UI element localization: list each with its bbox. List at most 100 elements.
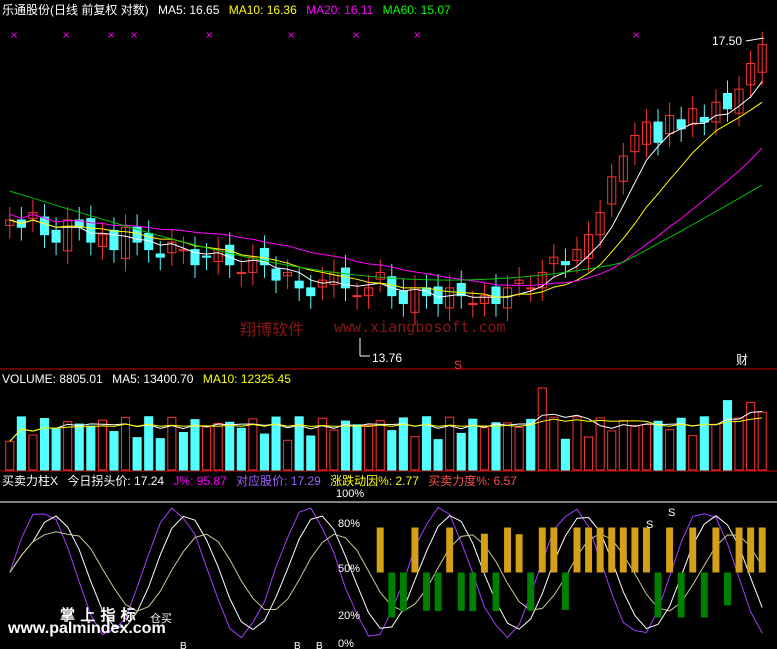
buy-force-bar (411, 527, 419, 573)
volume-bar (456, 432, 466, 471)
volume-bar (398, 417, 408, 471)
level-80: 80% (338, 518, 360, 530)
b-bottom-marker-2: B (294, 641, 301, 649)
buy-force-bar (550, 527, 558, 573)
buy-force-bar (631, 527, 639, 573)
sell-force-bar (388, 572, 396, 618)
volume-bar (86, 425, 96, 471)
volume-bar (236, 427, 246, 471)
volume-bar (306, 435, 316, 471)
buy-force-bar (608, 527, 616, 573)
volume-bar (178, 431, 188, 471)
volume-bar (202, 426, 212, 471)
buy-force-bar (538, 527, 546, 573)
volume-bar (607, 430, 617, 471)
candle-body (155, 253, 165, 258)
sell-force-bar (700, 572, 708, 618)
x-marker: × (107, 30, 115, 41)
candle-body (398, 290, 408, 305)
volume-series (5, 387, 767, 471)
candle-body (202, 255, 212, 258)
volume-bar (28, 434, 38, 471)
volume-bar (5, 440, 15, 471)
volume-bar (468, 418, 478, 471)
volume-bar (225, 421, 235, 471)
volume-bar (364, 424, 374, 471)
candle-body (352, 295, 362, 298)
volume-bar (722, 400, 733, 471)
candle-body (491, 286, 501, 305)
volume-bar (352, 424, 362, 471)
volume-bar (39, 418, 50, 471)
buy-force-bar (585, 527, 593, 573)
volume-bar (665, 429, 675, 471)
buy-force-bar (712, 527, 720, 573)
logo-url: www.palmindex.com (8, 620, 166, 637)
buy-force-bar (758, 527, 766, 573)
low-price-label: 13.76 (372, 351, 402, 365)
candle-body (468, 303, 478, 306)
volume-bar (410, 436, 420, 471)
ma5-line (9, 81, 763, 298)
volume-bar (688, 435, 698, 471)
s-top-marker-2: S (668, 507, 675, 519)
x-markers: × × × × × × × × × (10, 30, 640, 41)
candle-body (306, 287, 316, 297)
volume-bar (641, 424, 652, 471)
volume-bar (584, 436, 594, 471)
level-20: 20% (338, 610, 360, 622)
buy-force-bar (446, 527, 454, 573)
volume-bar (248, 418, 258, 471)
volume-bar (734, 417, 744, 471)
sell-force-bar (423, 572, 430, 611)
x-marker: × (632, 30, 640, 41)
volume-bar (537, 387, 547, 471)
sell-force-bar (654, 572, 662, 618)
volume-bar (502, 422, 513, 471)
buy-force-bar (619, 527, 627, 573)
sell-force-bar (677, 572, 685, 618)
buy-force-bar (480, 533, 488, 573)
ma10-line (9, 101, 763, 298)
volume-bar (190, 419, 200, 471)
moving-average-lines (9, 81, 763, 298)
volume-bar (757, 411, 767, 471)
candle-body (51, 229, 61, 243)
volume-bar (653, 420, 663, 471)
watermark-cn: 翔博软件 (240, 320, 305, 339)
volume-bar (51, 428, 61, 471)
candle-body (653, 121, 663, 143)
volume-bar (283, 439, 293, 471)
candle-body (259, 247, 270, 266)
volume-ma10-line (9, 417, 763, 442)
buy-force-bar (747, 527, 755, 573)
x-marker: × (205, 30, 213, 41)
volume-bar (375, 420, 385, 471)
high-price-pointer (745, 37, 765, 42)
cai-marker[interactable]: 财 (736, 353, 748, 367)
volume-bar (491, 422, 501, 471)
volume-bar (340, 420, 351, 471)
s-marker: S (454, 358, 462, 372)
candle-body (722, 92, 733, 110)
candle-body (294, 280, 304, 289)
sell-force-bar (561, 572, 569, 610)
volume-bar (97, 419, 107, 471)
sell-force-bar (399, 572, 407, 612)
buy-force-bar (596, 527, 604, 573)
candle-body (421, 287, 432, 297)
sell-force-bar (492, 572, 500, 612)
buy-force-bar (642, 527, 650, 573)
volume-bar (120, 417, 131, 471)
volume-bar (74, 423, 84, 471)
volume-bar (618, 420, 628, 471)
sell-force-bar (527, 572, 535, 611)
volume-bar (560, 438, 570, 471)
candle-body (271, 268, 281, 281)
volume-bar (259, 433, 270, 471)
buy-force-bar (689, 527, 697, 573)
x-marker: × (352, 30, 360, 41)
level-50: 50% (338, 563, 360, 575)
volume-bar (155, 438, 165, 471)
volume-bar (387, 430, 397, 471)
